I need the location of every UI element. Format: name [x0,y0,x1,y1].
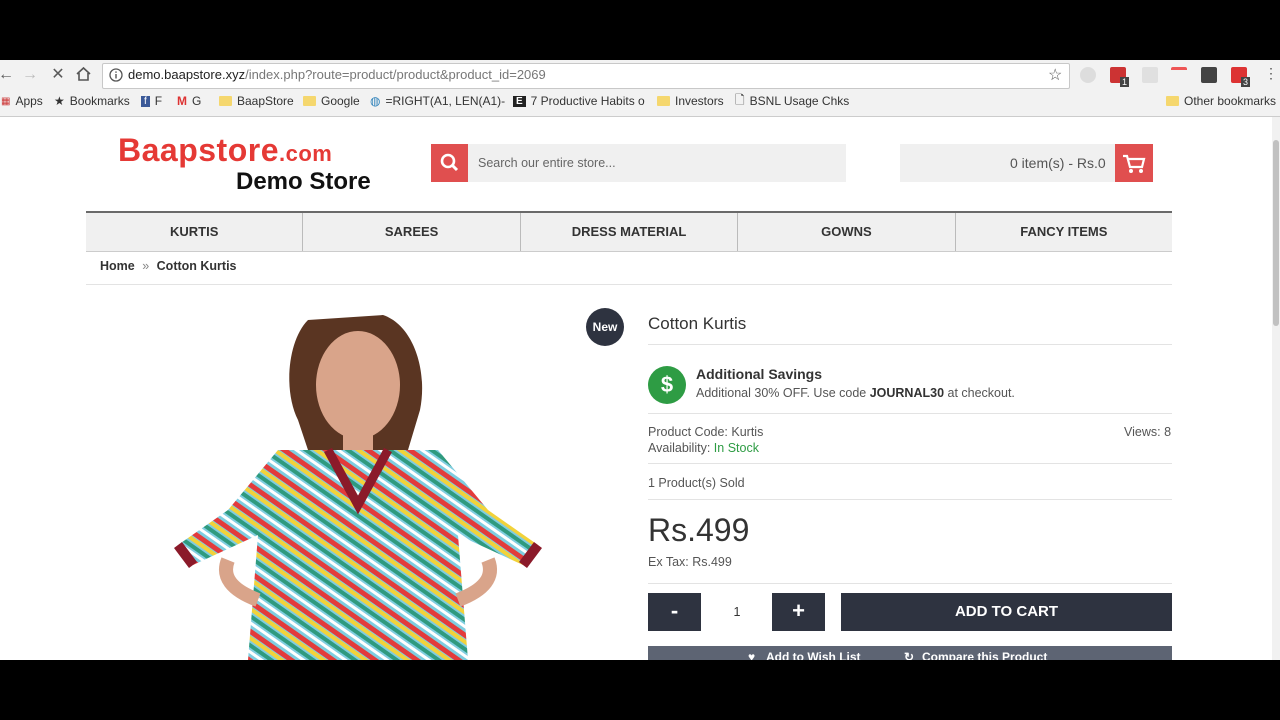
url-text[interactable]: demo.baapstore.xyz/index.php?route=produ… [128,67,546,82]
extension-badge-1: 1 [1120,77,1130,87]
availability-status: In Stock [713,441,759,455]
back-icon[interactable]: ← [0,66,16,84]
bookmark-investors[interactable]: Investors [657,94,724,108]
quantity-increase-button[interactable]: + [772,593,825,631]
divider [648,499,1172,500]
e-icon: E [513,95,526,107]
bookmark-apps[interactable]: ▦ Apps [1,94,43,108]
extension-badge-3: 3 [1241,77,1251,87]
menu-item-sarees[interactable]: SAREES [303,213,521,251]
url-path: /index.php?route=product/product&product… [245,67,546,82]
coupon-code: JOURNAL30 [869,386,945,400]
cart-icon [1123,154,1146,173]
star-bookmark-icon[interactable]: ☆ [1048,65,1062,85]
new-badge: New [586,308,624,346]
divider [648,413,1172,414]
product-price: Rs.499 [648,512,750,548]
menu-item-fancy-items[interactable]: FANCY ITEMS [956,213,1172,251]
url-host: demo.baapstore.xyz [128,67,246,82]
extension-search-icon[interactable] [1080,67,1096,83]
video-letterbox-top [0,0,1280,60]
folder-icon [1166,96,1179,106]
search-icon [440,153,459,172]
menu-kebab-icon[interactable]: ⋮ [1264,65,1278,82]
folder-icon [657,96,670,106]
availability: Availability: In Stock [648,441,759,455]
menu-item-dress-material[interactable]: DRESS MATERIAL [521,213,739,251]
video-letterbox-bottom [0,660,1280,720]
views-count: Views: 8 [1124,425,1172,439]
bookmark-bookmarks[interactable]: ★ Bookmarks [54,94,130,108]
product-code: Product Code: Kurtis [648,425,764,439]
ex-tax-price: Ex Tax: Rs.499 [648,555,732,569]
search-button[interactable] [431,144,468,182]
search-placeholder: Search our entire store... [478,156,616,170]
extension-blank-icon[interactable] [1142,67,1158,83]
breadcrumb-current[interactable]: Cotton Kurtis [157,259,237,273]
bookmark-facebook[interactable]: fF [141,94,162,108]
star-icon: ★ [54,94,65,108]
cart-button[interactable] [1115,144,1153,182]
savings-heading: Additional Savings [696,366,823,382]
globe-icon: ◍ [370,94,381,108]
sold-count: 1 Product(s) Sold [648,476,745,490]
divider [648,344,1172,345]
main-menu: KURTIS SAREES DRESS MATERIAL GOWNS FANCY… [86,211,1172,252]
bookmark-baapstore[interactable]: BaapStore [219,94,294,108]
product-image[interactable] [158,300,562,660]
cart-text: 0 item(s) - Rs.0 [1010,155,1106,171]
add-to-cart-button[interactable]: ADD TO CART [841,593,1172,631]
info-icon[interactable] [109,68,123,82]
bookmark-productive-habits[interactable]: E7 Productive Habits o [513,94,645,108]
breadcrumb-home[interactable]: Home [100,259,135,273]
folder-icon [303,96,316,106]
facebook-icon: f [141,95,150,107]
store-logo[interactable]: Baapstore.com [118,132,332,169]
breadcrumb-separator: » [142,259,150,273]
stop-icon[interactable]: ✕ [48,66,68,84]
bookmark-other[interactable]: Other bookmarks [1166,94,1276,108]
bookmark-gmail[interactable]: MG [177,94,201,108]
savings-text: Additional 30% OFF. Use code JOURNAL30 a… [696,386,1015,400]
store-logo-subtitle: Demo Store [236,168,371,195]
quantity-input[interactable] [706,593,768,631]
dollar-icon: $ [648,366,686,404]
gmail-icon: M [177,94,187,108]
bookmark-excel-formula[interactable]: ◍ =RIGHT(A1, LEN(A1)- [370,94,505,108]
apps-grid-icon: ▦ [1,95,11,107]
bookmark-bsnl[interactable]: 🗋 BSNL Usage Chks [735,93,849,109]
scrollbar-thumb[interactable] [1273,140,1279,326]
divider [648,463,1172,464]
extension-rainbow-icon[interactable] [1171,67,1187,86]
page-icon: 🗋 [735,92,745,107]
menu-item-kurtis[interactable]: KURTIS [86,213,304,251]
forward-icon[interactable]: → [20,66,40,84]
divider [648,583,1172,584]
quantity-decrease-button[interactable]: - [648,593,701,631]
home-icon[interactable] [75,66,92,82]
breadcrumb: Home » Cotton Kurtis [100,259,237,273]
extension-shield-icon[interactable] [1201,67,1217,83]
product-title: Cotton Kurtis [648,314,747,333]
divider [86,284,1172,285]
bookmark-google[interactable]: Google [303,94,360,108]
folder-icon [219,96,232,106]
menu-item-gowns[interactable]: GOWNS [738,213,956,251]
